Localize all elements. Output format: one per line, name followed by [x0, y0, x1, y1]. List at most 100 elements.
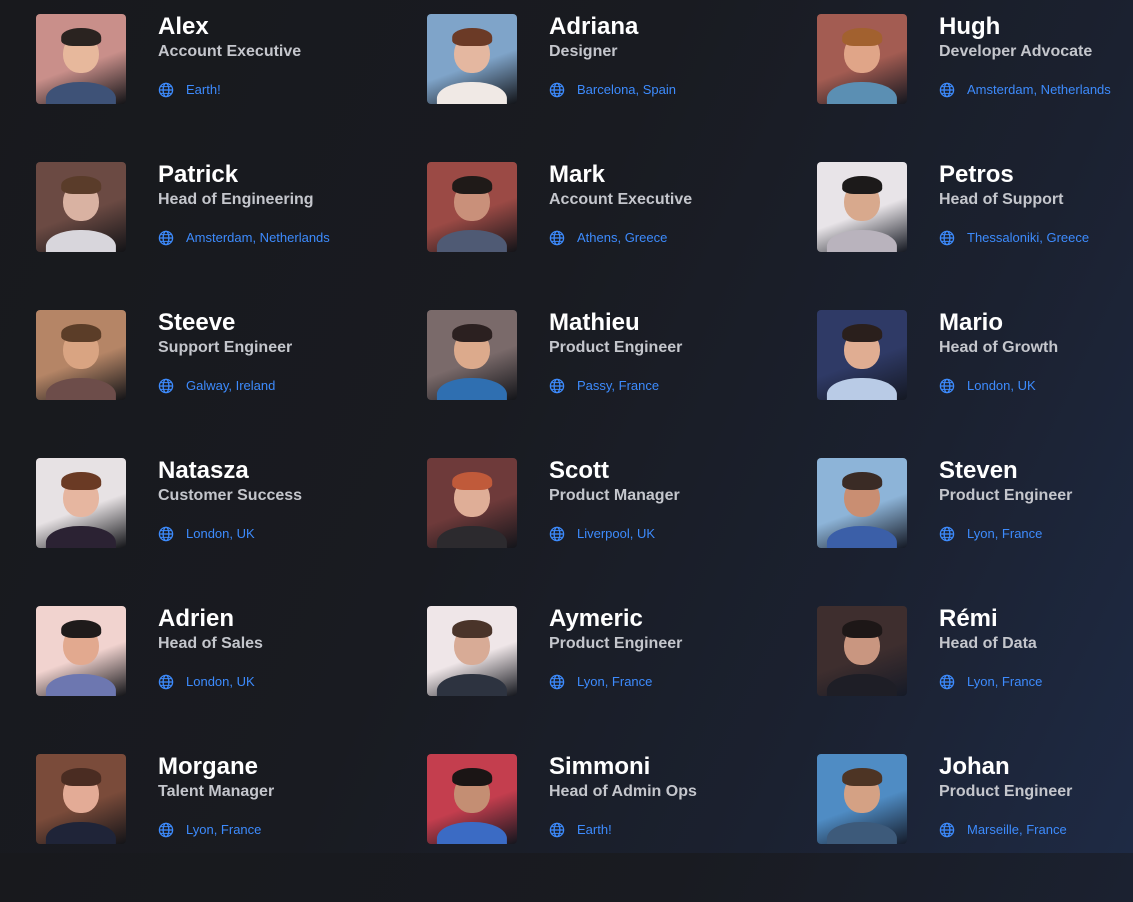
avatar: [36, 14, 126, 104]
member-location: London, UK: [186, 674, 255, 689]
member-info: Adrien Head of Sales London, UK: [158, 606, 263, 690]
member-name: Hugh: [939, 13, 1001, 40]
member-name: Rémi: [939, 605, 998, 632]
member-location-link[interactable]: Amsterdam, Netherlands: [158, 230, 330, 246]
member-name: Mario: [939, 309, 1004, 336]
avatar: [427, 458, 517, 548]
member-name: Petros: [939, 161, 1014, 188]
member-location-link[interactable]: London, UK: [939, 378, 1058, 394]
member-info: Adriana Designer Barcelona, Spain: [549, 14, 676, 98]
member-location-link[interactable]: Amsterdam, Netherlands: [939, 82, 1111, 98]
member-name: Morgane: [158, 753, 259, 780]
team-member-card: Hugh Developer Advocate Amsterdam, Netherl…: [817, 14, 1133, 104]
member-location-link[interactable]: Liverpool, UK: [549, 526, 680, 542]
member-info: Scott Product Manager Liverpool, UK: [549, 458, 680, 542]
team-member-card: Alex Account Executive Earth!: [36, 14, 427, 104]
member-role: Head of Engineering: [158, 191, 314, 208]
avatar: [427, 754, 517, 844]
member-location-link[interactable]: London, UK: [158, 526, 302, 542]
avatar: [427, 162, 517, 252]
avatar: [427, 310, 517, 400]
member-role: Head of Sales: [158, 635, 263, 652]
globe-icon: [158, 822, 174, 838]
member-location-link[interactable]: Marseille, France: [939, 822, 1072, 838]
member-info: Rémi Head of Data Lyon, France: [939, 606, 1042, 690]
member-location: Thessaloniki, Greece: [967, 230, 1090, 245]
member-info: Hugh Developer Advocate Amsterdam, Netherl…: [939, 14, 1111, 98]
avatar: [36, 458, 126, 548]
member-name: Mark: [549, 161, 606, 188]
member-info: Johan Product Engineer Marseille, France: [939, 754, 1072, 838]
member-location-link[interactable]: Galway, Ireland: [158, 378, 292, 394]
member-role: Product Engineer: [939, 783, 1073, 800]
member-name: Patrick: [158, 161, 239, 188]
member-location-link[interactable]: Lyon, France: [158, 822, 274, 838]
globe-icon: [549, 230, 565, 246]
member-location-link[interactable]: Earth!: [158, 82, 301, 98]
member-role: Designer: [549, 43, 618, 60]
avatar: [817, 162, 907, 252]
globe-icon: [549, 378, 565, 394]
team-member-card: Mathieu Product Engineer Passy, France: [427, 310, 817, 400]
member-info: Mark Account Executive Athens, Greece: [549, 162, 692, 246]
member-location-link[interactable]: Passy, France: [549, 378, 682, 394]
member-name: Steeve: [158, 309, 236, 336]
member-role: Support Engineer: [158, 339, 293, 356]
member-name: Natasza: [158, 457, 249, 484]
member-info: Morgane Talent Manager Lyon, France: [158, 754, 274, 838]
member-name: Scott: [549, 457, 609, 484]
member-role: Account Executive: [549, 191, 693, 208]
globe-icon: [939, 526, 955, 542]
member-name: Mathieu: [549, 309, 640, 336]
member-info: Steven Product Engineer Lyon, France: [939, 458, 1072, 542]
member-location: Marseille, France: [967, 822, 1067, 837]
member-info: Alex Account Executive Earth!: [158, 14, 301, 98]
member-role: Customer Success: [158, 487, 303, 504]
member-role: Developer Advocate: [939, 43, 1093, 60]
member-location: Amsterdam, Netherlands: [186, 230, 330, 245]
member-location-link[interactable]: Athens, Greece: [549, 230, 692, 246]
team-member-card: Steeve Support Engineer Galway, Ireland: [36, 310, 427, 400]
member-location: Galway, Ireland: [186, 378, 276, 393]
member-info: Mario Head of Growth London, UK: [939, 310, 1058, 394]
member-role: Product Engineer: [549, 635, 683, 652]
member-location-link[interactable]: Earth!: [549, 822, 697, 838]
member-info: Natasza Customer Success London, UK: [158, 458, 302, 542]
member-location: London, UK: [967, 378, 1036, 393]
member-name: Aymeric: [549, 605, 643, 632]
member-location: Passy, France: [577, 378, 660, 393]
avatar: [36, 606, 126, 696]
team-member-card: Morgane Talent Manager Lyon, France: [36, 754, 427, 844]
member-location-link[interactable]: Barcelona, Spain: [549, 82, 676, 98]
member-location: Lyon, France: [967, 674, 1043, 689]
member-location-link[interactable]: Lyon, France: [549, 674, 682, 690]
team-member-card: Scott Product Manager Liverpool, UK: [427, 458, 817, 548]
team-member-card: Mario Head of Growth London, UK: [817, 310, 1133, 400]
member-name: Steven: [939, 457, 1018, 484]
team-member-card: Patrick Head of Engineering Amsterdam, Net…: [36, 162, 427, 252]
globe-icon: [939, 674, 955, 690]
member-location-link[interactable]: Thessaloniki, Greece: [939, 230, 1089, 246]
member-role: Talent Manager: [158, 783, 275, 800]
member-role: Account Executive: [158, 43, 302, 60]
member-info: Petros Head of Support Thessaloniki, Greec…: [939, 162, 1089, 246]
member-role: Head of Data: [939, 635, 1037, 652]
member-info: Aymeric Product Engineer Lyon, France: [549, 606, 682, 690]
member-info: Steeve Support Engineer Galway, Ireland: [158, 310, 292, 394]
member-role: Head of Growth: [939, 339, 1059, 356]
member-name: Johan: [939, 753, 1010, 780]
member-role: Product Engineer: [939, 487, 1073, 504]
globe-icon: [939, 82, 955, 98]
avatar: [36, 754, 126, 844]
member-location: Liverpool, UK: [577, 526, 656, 541]
member-location: Lyon, France: [577, 674, 653, 689]
globe-icon: [549, 526, 565, 542]
member-location: Lyon, France: [186, 822, 262, 837]
team-member-card: Adriana Designer Barcelona, Spain: [427, 14, 817, 104]
member-location-link[interactable]: London, UK: [158, 674, 263, 690]
member-location-link[interactable]: Lyon, France: [939, 674, 1042, 690]
member-info: Patrick Head of Engineering Amsterdam, Net…: [158, 162, 330, 246]
member-location-link[interactable]: Lyon, France: [939, 526, 1072, 542]
team-member-card: Aymeric Product Engineer Lyon, France: [427, 606, 817, 696]
team-member-card: Mark Account Executive Athens, Greece: [427, 162, 817, 252]
